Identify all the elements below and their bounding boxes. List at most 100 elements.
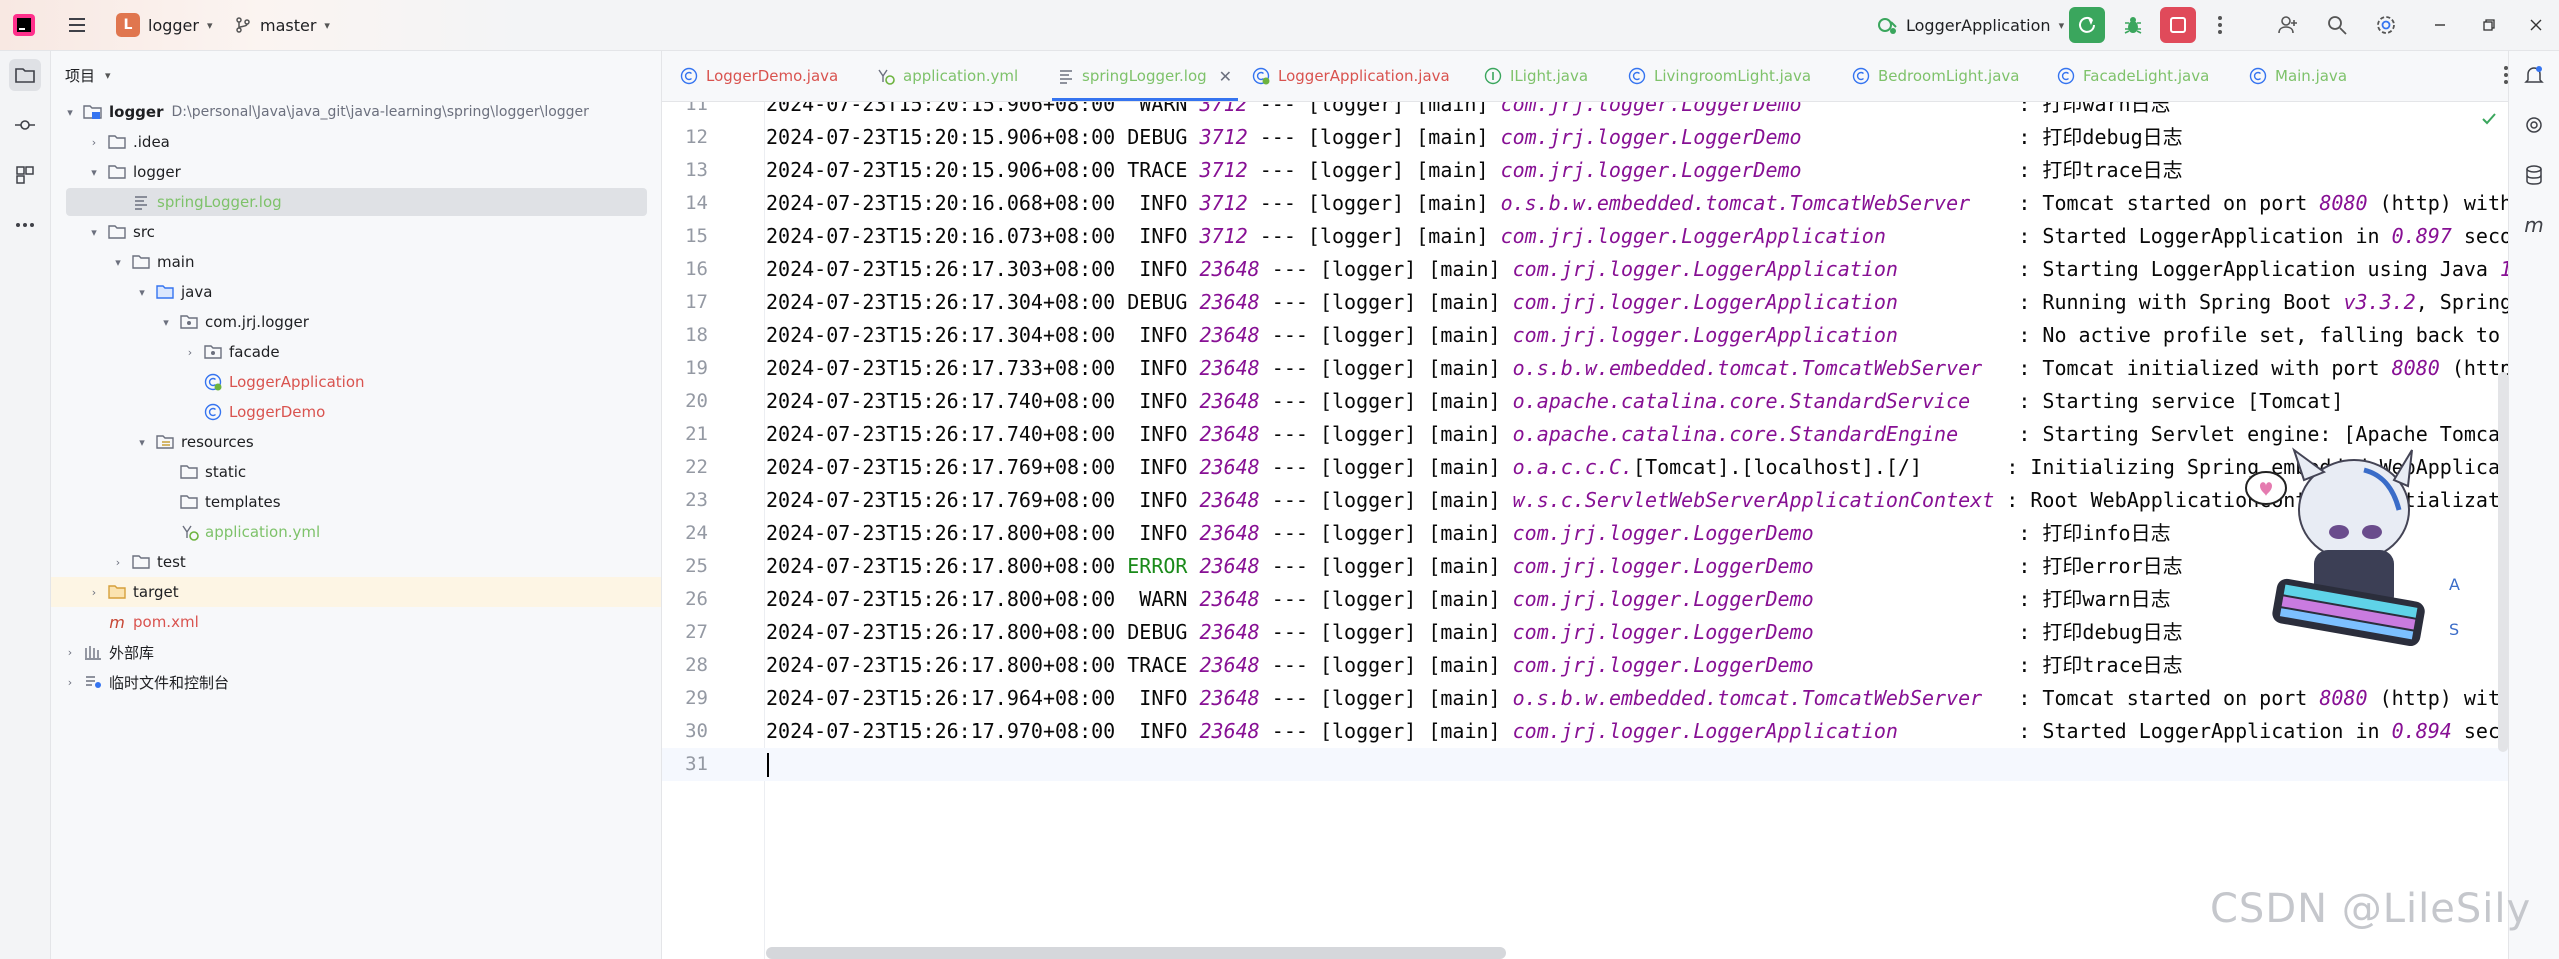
log-thread: --- [logger] [main] — [1271, 521, 1513, 545]
log-message: : No active profile set, falling back to — [2018, 323, 2508, 347]
tree-item[interactable]: application.yml — [51, 517, 661, 547]
folder-icon — [131, 553, 151, 571]
more-tools-button[interactable] — [9, 209, 41, 241]
chevron-right-icon[interactable]: › — [63, 646, 77, 659]
chevron-down-icon[interactable]: ▾ — [135, 436, 149, 449]
restore-icon[interactable] — [2474, 10, 2504, 40]
database-icon — [2526, 165, 2542, 185]
project-tool-button[interactable] — [9, 59, 41, 91]
branch-switcher[interactable]: master ▾ — [234, 10, 330, 40]
more-vert-icon[interactable] — [2205, 10, 2235, 40]
editor-tab[interactable]: BedroomLight.java — [1852, 51, 2019, 101]
folder-icon — [179, 493, 199, 511]
search-icon[interactable] — [2322, 10, 2352, 40]
tree-item-label: com.jrj.logger — [205, 313, 309, 331]
editor-tab[interactable]: ILight.java — [1484, 51, 1588, 101]
debug-button[interactable] — [2118, 10, 2148, 40]
ai-assistant-button[interactable] — [2518, 109, 2550, 141]
tree-item[interactable]: ▾ resources — [51, 427, 661, 457]
settings-icon[interactable] — [2371, 10, 2401, 40]
tab-label: FacadeLight.java — [2083, 67, 2210, 85]
tree-item[interactable]: › target — [51, 577, 661, 607]
editor-tab[interactable]: LivingroomLight.java — [1628, 51, 1811, 101]
stop-button[interactable] — [2160, 7, 2196, 43]
run-config-selector[interactable]: LoggerApplication ▾ — [1876, 10, 2064, 40]
chevron-down-icon[interactable]: ▾ — [111, 256, 125, 269]
chevron-right-icon[interactable]: › — [183, 346, 197, 359]
log-line: 28 2024-07-23T15:26:17.800+08:00 TRACE 23… — [662, 649, 2508, 682]
log-pid: 3712 — [1199, 224, 1248, 248]
log-logger-name: com.jrj.logger.LoggerDemo — [1500, 102, 1802, 116]
log-editor[interactable]: 11 2024-07-23T15:20:15.906+08:00 WARN 371… — [662, 102, 2508, 959]
tree-item[interactable]: static — [51, 457, 661, 487]
chevron-right-icon[interactable]: › — [87, 586, 101, 599]
tree-item[interactable]: LoggerDemo — [51, 397, 661, 427]
log-level: INFO — [1127, 224, 1188, 248]
log-pid: 23648 — [1199, 488, 1260, 512]
horizontal-scrollbar[interactable] — [766, 947, 1506, 959]
editor-tab[interactable]: FacadeLight.java — [2057, 51, 2209, 101]
editor-tab[interactable]: LoggerApplication.java — [1252, 51, 1450, 101]
rerun-icon — [2079, 16, 2095, 33]
minimize-icon[interactable] — [2425, 10, 2455, 40]
tree-item[interactable]: ▾ java — [51, 277, 661, 307]
log-gap — [1898, 719, 2018, 743]
yml-icon — [875, 67, 895, 85]
hamburger-menu-icon[interactable] — [66, 14, 88, 36]
tree-item[interactable]: › 外部库 — [51, 637, 661, 667]
inspection-ok-icon[interactable] — [2480, 110, 2498, 132]
tree-item[interactable]: › facade — [51, 337, 661, 367]
log-timestamp: 2024-07-23T15:20:15.906+08:00 — [766, 158, 1116, 182]
tree-item-label: java — [181, 283, 213, 301]
tree-item[interactable]: templates — [51, 487, 661, 517]
database-button[interactable] — [2518, 159, 2550, 191]
structure-tool-button[interactable] — [9, 159, 41, 191]
log-thread: --- [logger] [main] — [1271, 488, 1513, 512]
chevron-down-icon: ▾ — [2058, 18, 2065, 32]
chevron-down-icon[interactable]: ▾ — [63, 106, 77, 119]
chevron-down-icon[interactable]: ▾ — [87, 226, 101, 239]
chevron-down-icon[interactable]: ▾ — [135, 286, 149, 299]
vertical-scrollbar[interactable] — [2498, 372, 2508, 752]
chevron-down-icon[interactable]: ▾ — [87, 166, 101, 179]
maven-button[interactable]: m — [2518, 209, 2550, 241]
log-timestamp: 2024-07-23T15:26:17.800+08:00 — [766, 587, 1116, 611]
editor-tab[interactable]: LoggerDemo.java — [680, 51, 838, 101]
chevron-right-icon[interactable]: › — [87, 136, 101, 149]
commit-tool-button[interactable] — [9, 109, 41, 141]
chevron-right-icon[interactable]: › — [111, 556, 125, 569]
log-gap — [1994, 488, 2006, 512]
tree-item[interactable]: LoggerApplication — [51, 367, 661, 397]
rerun-button[interactable] — [2069, 7, 2105, 43]
editor-tab[interactable]: application.yml — [875, 51, 1018, 101]
tree-item[interactable]: › 临时文件和控制台 — [51, 667, 661, 697]
log-timestamp: 2024-07-23T15:26:17.964+08:00 — [766, 686, 1116, 710]
editor-tab[interactable]: springLogger.log ✕ — [1051, 51, 1239, 101]
app-logo-icon[interactable] — [12, 13, 36, 37]
tree-item[interactable]: springLogger.log — [51, 187, 661, 217]
log-thread: --- [logger] [main] — [1271, 554, 1513, 578]
notifications-button[interactable] — [2518, 59, 2550, 91]
tree-item[interactable]: › .idea — [51, 127, 661, 157]
chevron-right-icon[interactable]: › — [63, 676, 77, 689]
close-tab-icon[interactable]: ✕ — [1219, 67, 1232, 86]
project-panel-header[interactable]: 项目 ▾ — [65, 65, 111, 86]
tree-item[interactable]: ▾ src — [51, 217, 661, 247]
log-logger-name: com.jrj.logger.LoggerDemo — [1512, 620, 1814, 644]
log-pid: 23648 — [1199, 587, 1260, 611]
tree-item[interactable]: m pom.xml — [51, 607, 661, 637]
log-thread: --- [logger] [main] — [1259, 191, 1501, 215]
tree-item[interactable]: › test — [51, 547, 661, 577]
add-user-icon[interactable] — [2273, 10, 2303, 40]
tree-item[interactable]: ▾ main — [51, 247, 661, 277]
tree-item[interactable]: ▾ logger D:\personal\Java\java_git\java-le… — [51, 97, 661, 127]
tree-item[interactable]: ▾ logger — [51, 157, 661, 187]
tree-item[interactable]: ▾ com.jrj.logger — [51, 307, 661, 337]
project-switcher[interactable]: L logger ▾ — [116, 10, 213, 40]
log-gap — [1886, 224, 2018, 248]
close-icon[interactable] — [2521, 10, 2551, 40]
editor-tab[interactable]: Main.java — [2249, 51, 2347, 101]
branch-name: master — [260, 15, 317, 35]
log-line: 25 2024-07-23T15:26:17.800+08:00 ERROR 23… — [662, 550, 2508, 583]
chevron-down-icon[interactable]: ▾ — [159, 316, 173, 329]
